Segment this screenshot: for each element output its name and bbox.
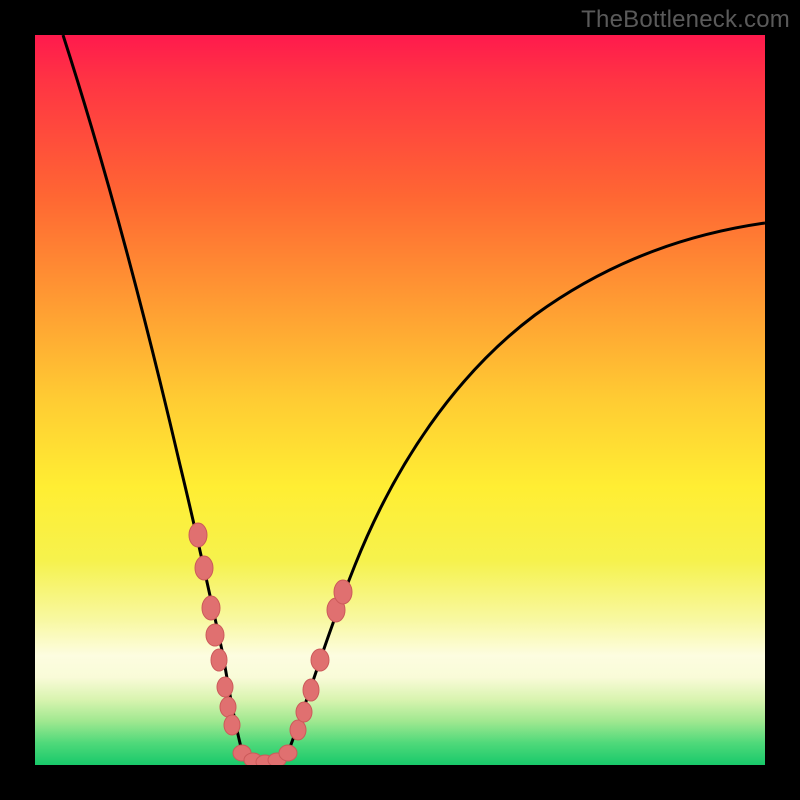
dots-right — [290, 580, 352, 740]
watermark-text: TheBottleneck.com — [581, 6, 790, 34]
curve-left — [63, 35, 243, 755]
dots-left — [189, 523, 240, 735]
bottleneck-curve — [35, 35, 765, 765]
dots-valley — [233, 745, 297, 765]
chart-frame: TheBottleneck.com — [0, 0, 800, 800]
curve-right — [287, 223, 765, 755]
plot-area — [35, 35, 765, 765]
